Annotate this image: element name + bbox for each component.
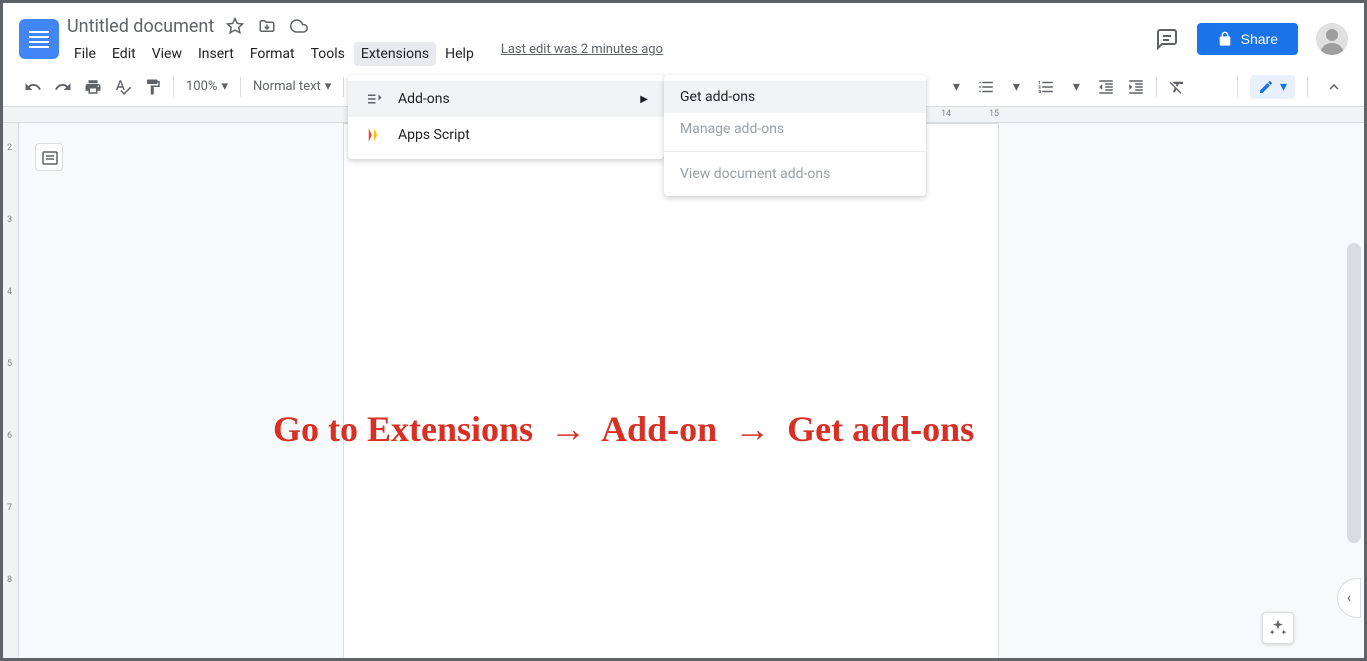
collapse-toolbar-button[interactable] (1320, 73, 1348, 101)
annotation-text: Go to Extensions → Add-on → Get add-ons (273, 408, 974, 450)
ruler-mark: 7 (7, 503, 12, 513)
share-button[interactable]: Share (1197, 23, 1298, 55)
menu-insert[interactable]: Insert (191, 42, 241, 66)
ruler-mark: 14 (941, 109, 951, 119)
bullets-more-icon[interactable]: ▾ (942, 73, 970, 101)
undo-button[interactable] (19, 73, 47, 101)
move-icon[interactable] (258, 17, 276, 35)
menu-file[interactable]: File (67, 42, 103, 66)
outline-toggle-button[interactable] (35, 143, 63, 171)
star-icon[interactable] (226, 17, 244, 35)
zoom-dropdown[interactable]: 100%▾ (180, 75, 234, 98)
menu-extensions[interactable]: Extensions (354, 42, 436, 66)
menu-item-add-ons[interactable]: Add-ons ▶ (348, 81, 664, 117)
ruler-mark: 3 (7, 215, 12, 225)
cloud-status-icon[interactable] (290, 17, 308, 35)
numbered-list-button[interactable] (1032, 73, 1060, 101)
print-button[interactable] (79, 73, 107, 101)
ruler-mark: 2 (7, 143, 12, 153)
checklist-more-icon[interactable]: ▾ (1002, 73, 1030, 101)
editing-mode-button[interactable]: ▾ (1250, 75, 1295, 99)
menubar: FileEditViewInsertFormatToolsExtensionsH… (67, 42, 1155, 66)
menu-item-label: Manage add-ons (680, 121, 784, 137)
addon-icon (364, 89, 384, 109)
document-page[interactable] (343, 123, 999, 658)
menu-separator (664, 151, 926, 152)
side-panel-toggle[interactable]: ‹ (1337, 578, 1361, 618)
ruler-mark: 15 (989, 109, 999, 119)
canvas: 2 3 4 5 6 7 8 Go to Extensions → Add-on → Get … (3, 123, 1364, 658)
decrease-indent-button[interactable] (1092, 73, 1120, 101)
title-area: Untitled document FileEditViewInsertForm… (67, 12, 1155, 66)
spellcheck-button[interactable] (109, 73, 137, 101)
menu-edit[interactable]: Edit (105, 42, 143, 66)
arrow-icon: → (734, 408, 770, 450)
ruler-mark: 5 (7, 359, 12, 369)
submenu-arrow-icon: ▶ (640, 94, 648, 105)
document-title[interactable]: Untitled document (67, 16, 214, 37)
menu-item-apps-script[interactable]: Apps Script (348, 117, 664, 153)
arrow-icon: → (550, 408, 586, 450)
style-dropdown[interactable]: Normal text▾ (247, 75, 337, 98)
vertical-scrollbar[interactable] (1347, 243, 1361, 543)
clear-formatting-button[interactable] (1163, 73, 1191, 101)
menu-item-manage-add-ons: Manage add-ons (664, 113, 926, 145)
increase-indent-button[interactable] (1122, 73, 1150, 101)
comment-history-icon[interactable] (1155, 27, 1179, 51)
menu-item-label: Add-ons (398, 91, 450, 107)
ruler-mark: 4 (7, 287, 12, 297)
checklist-button[interactable] (972, 73, 1000, 101)
menu-item-label: Get add-ons (680, 89, 755, 105)
share-label: Share (1241, 31, 1278, 47)
menu-view[interactable]: View (145, 42, 189, 66)
redo-button[interactable] (49, 73, 77, 101)
last-edit-link[interactable]: Last edit was 2 minutes ago (501, 42, 663, 66)
menu-item-get-add-ons[interactable]: Get add-ons (664, 81, 926, 113)
ruler-mark: 8 (7, 575, 12, 585)
paint-format-button[interactable] (139, 73, 167, 101)
menu-tools[interactable]: Tools (304, 42, 352, 66)
vertical-ruler[interactable]: 2 3 4 5 6 7 8 (3, 123, 19, 658)
ruler-mark: 6 (7, 431, 12, 441)
menu-format[interactable]: Format (243, 42, 302, 66)
numbered-list-more-icon[interactable]: ▾ (1062, 73, 1090, 101)
account-avatar[interactable] (1316, 23, 1348, 55)
pencil-icon (1258, 79, 1274, 95)
explore-button[interactable] (1262, 612, 1294, 644)
extensions-menu: Add-ons ▶ Apps Script (348, 75, 664, 159)
menu-item-label: View document add-ons (680, 166, 830, 182)
menu-item-view-document-add-ons: View document add-ons (664, 158, 926, 190)
menu-item-label: Apps Script (398, 127, 470, 143)
lock-icon (1217, 31, 1233, 47)
apps-script-icon (364, 125, 384, 145)
menu-help[interactable]: Help (438, 42, 481, 66)
addons-submenu: Get add-ons Manage add-ons View document a… (664, 75, 926, 196)
header: Untitled document FileEditViewInsertForm… (3, 3, 1364, 67)
docs-logo-icon[interactable] (19, 19, 59, 59)
